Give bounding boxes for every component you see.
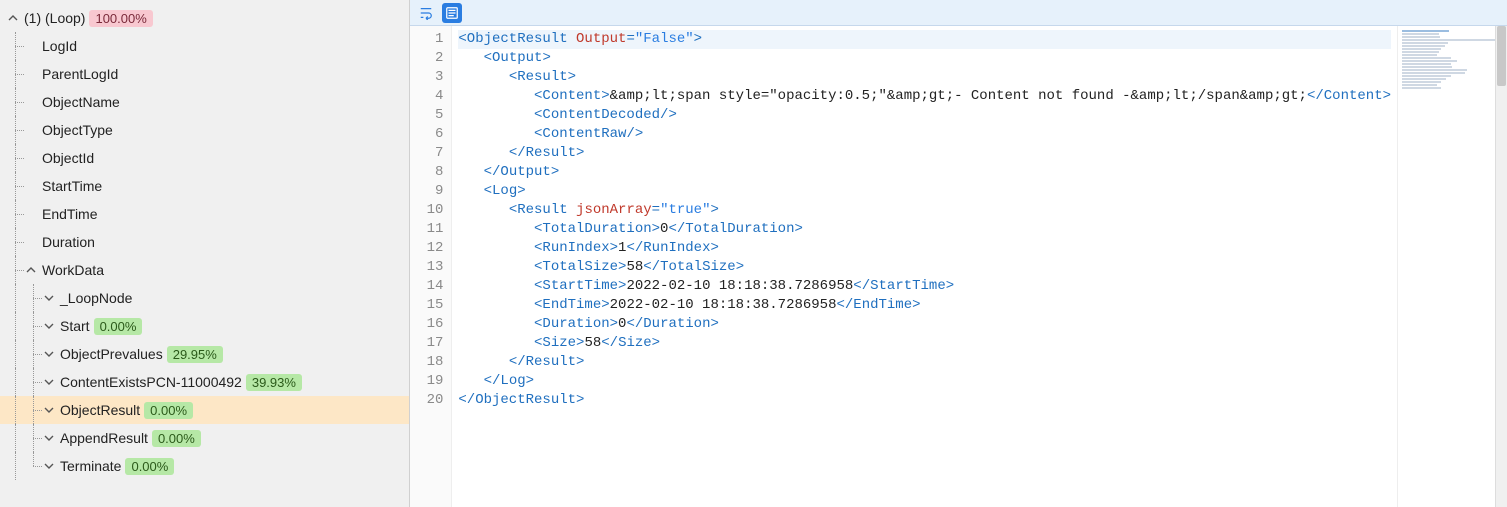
tree-item[interactable]: ObjectResult0.00% — [0, 396, 409, 424]
tree-root[interactable]: (1) (Loop) 100.00% — [0, 4, 409, 32]
tree-item[interactable]: LogId — [0, 32, 409, 60]
minimap[interactable] — [1397, 26, 1507, 507]
tree-item[interactable]: StartTime — [0, 172, 409, 200]
tree-item-label: ObjectResult — [60, 402, 140, 418]
tree-item[interactable]: AppendResult0.00% — [0, 424, 409, 452]
chevron-up-icon[interactable] — [24, 265, 38, 275]
code-line[interactable]: <StartTime>2022-02-10 18:18:38.7286958</… — [458, 277, 1391, 296]
tree-item-label: Start — [60, 318, 90, 334]
tree-item-label: StartTime — [42, 178, 102, 194]
code-line[interactable]: <Log> — [458, 182, 1391, 201]
tree-item-badge: 0.00% — [125, 458, 174, 475]
tree-item-label: EndTime — [42, 206, 98, 222]
tree-workdata-label: WorkData — [42, 262, 104, 278]
tree-item-label: AppendResult — [60, 430, 148, 446]
code-line[interactable]: </Result> — [458, 144, 1391, 163]
chevron-up-icon[interactable] — [6, 13, 20, 23]
tree-root-label: (1) (Loop) — [24, 10, 85, 26]
tree-workdata[interactable]: WorkData — [0, 256, 409, 284]
code-line[interactable]: </Log> — [458, 372, 1391, 391]
tree-panel[interactable]: (1) (Loop) 100.00% LogId ParentLogId Objec… — [0, 0, 410, 507]
tree-item-badge: 39.93% — [246, 374, 302, 391]
tree-item-label: ContentExistsPCN-11000492 — [60, 374, 242, 390]
tree-item-label: Terminate — [60, 458, 121, 474]
tree-root-badge: 100.00% — [89, 10, 152, 27]
tree-item[interactable]: ContentExistsPCN-1100049239.93% — [0, 368, 409, 396]
code-line[interactable]: <TotalSize>58</TotalSize> — [458, 258, 1391, 277]
tree-item-label: ObjectName — [42, 94, 120, 110]
code-line[interactable]: <TotalDuration>0</TotalDuration> — [458, 220, 1391, 239]
code-line[interactable]: </Result> — [458, 353, 1391, 372]
tree-item-label: _LoopNode — [60, 290, 132, 306]
tree-item-label: ObjectId — [42, 150, 94, 166]
code-line[interactable]: <ObjectResult Output="False"> — [458, 30, 1391, 49]
chevron-down-icon[interactable] — [42, 461, 56, 471]
tree-item[interactable]: ObjectId — [0, 144, 409, 172]
tree-item[interactable]: _LoopNode — [0, 284, 409, 312]
tree-item[interactable]: Start0.00% — [0, 312, 409, 340]
tree-item[interactable]: ObjectName — [0, 88, 409, 116]
tree-item[interactable]: ObjectType — [0, 116, 409, 144]
code-line[interactable]: <RunIndex>1</RunIndex> — [458, 239, 1391, 258]
tree-item-label: ParentLogId — [42, 66, 118, 82]
tree-item[interactable]: Terminate0.00% — [0, 452, 409, 480]
code-line[interactable]: </ObjectResult> — [458, 391, 1391, 410]
tree-item-badge: 0.00% — [152, 430, 201, 447]
chevron-down-icon[interactable] — [42, 433, 56, 443]
code-line[interactable]: <Output> — [458, 49, 1391, 68]
tree-item-label: LogId — [42, 38, 77, 54]
editor-toolbar — [410, 0, 1507, 26]
code-line[interactable]: <Result> — [458, 68, 1391, 87]
tree-item-badge: 29.95% — [167, 346, 223, 363]
chevron-down-icon[interactable] — [42, 377, 56, 387]
vertical-scrollbar[interactable] — [1495, 26, 1507, 507]
wrap-icon[interactable] — [416, 3, 436, 23]
code-line[interactable]: <ContentDecoded/> — [458, 106, 1391, 125]
line-gutter: 1234567891011121314151617181920 — [410, 26, 452, 507]
code-line[interactable]: <Content>&amp;lt;span style="opacity:0.5… — [458, 87, 1391, 106]
tree-item-label: ObjectType — [42, 122, 113, 138]
tree-item[interactable]: Duration — [0, 228, 409, 256]
code-line[interactable]: <EndTime>2022-02-10 18:18:38.7286958</En… — [458, 296, 1391, 315]
code-line[interactable]: <Result jsonArray="true"> — [458, 201, 1391, 220]
tree-item-label: ObjectPrevalues — [60, 346, 163, 362]
code-line[interactable]: <ContentRaw/> — [458, 125, 1391, 144]
tree-item-badge: 0.00% — [94, 318, 143, 335]
code-line[interactable]: </Output> — [458, 163, 1391, 182]
chevron-down-icon[interactable] — [42, 349, 56, 359]
editor-panel: 1234567891011121314151617181920 <ObjectR… — [410, 0, 1507, 507]
scrollbar-thumb[interactable] — [1497, 26, 1506, 86]
code-line[interactable]: <Duration>0</Duration> — [458, 315, 1391, 334]
chevron-down-icon[interactable] — [42, 293, 56, 303]
document-view-icon[interactable] — [442, 3, 462, 23]
tree-item[interactable]: EndTime — [0, 200, 409, 228]
editor-area[interactable]: 1234567891011121314151617181920 <ObjectR… — [410, 26, 1507, 507]
chevron-down-icon[interactable] — [42, 405, 56, 415]
code-content[interactable]: <ObjectResult Output="False"> <Output> <… — [452, 26, 1397, 507]
tree-item-label: Duration — [42, 234, 95, 250]
code-line[interactable]: <Size>58</Size> — [458, 334, 1391, 353]
tree-item-badge: 0.00% — [144, 402, 193, 419]
tree-item[interactable]: ObjectPrevalues29.95% — [0, 340, 409, 368]
tree-item[interactable]: ParentLogId — [0, 60, 409, 88]
chevron-down-icon[interactable] — [42, 321, 56, 331]
